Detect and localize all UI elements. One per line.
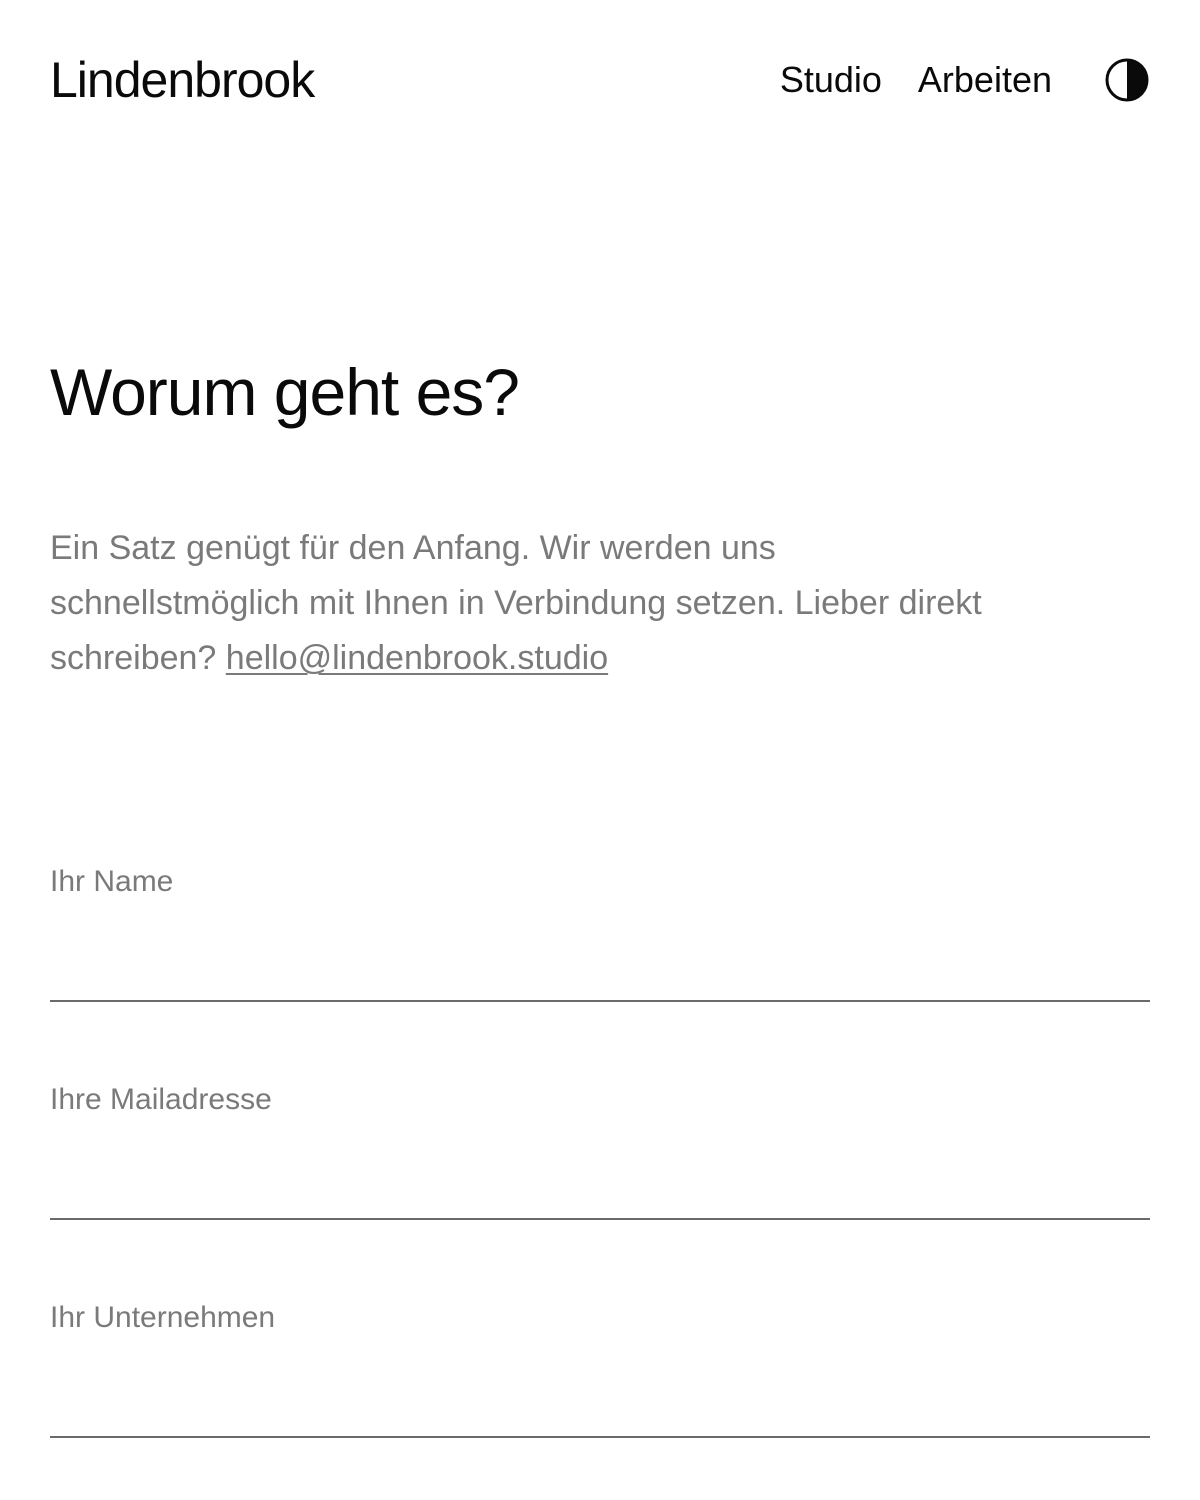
name-field-group: Ihr Name [50, 862, 1150, 1002]
nav-link-arbeiten[interactable]: Arbeiten [918, 50, 1052, 110]
name-field-label: Ihr Name [50, 865, 174, 898]
name-input[interactable] [50, 932, 1150, 1002]
company-field-group: Ihr Unternehmen [50, 1298, 1150, 1438]
half-circle-contrast-icon [1105, 58, 1149, 102]
email-field-label: Ihre Mailadresse [50, 1083, 272, 1116]
email-field-group: Ihre Mailadresse [50, 1080, 1150, 1220]
site-logo[interactable]: Lindenbrook [50, 50, 315, 110]
theme-toggle-button[interactable] [1104, 57, 1150, 103]
main-nav: Studio Arbeiten [744, 50, 1150, 110]
email-link[interactable]: hello@lindenbrook.studio [226, 639, 608, 677]
company-input[interactable] [50, 1368, 1150, 1438]
intro-paragraph: Ein Satz genügt für den Anfang. Wir werd… [50, 521, 1010, 686]
nav-link-studio[interactable]: Studio [780, 50, 882, 110]
email-input[interactable] [50, 1150, 1150, 1220]
company-field-label: Ihr Unternehmen [50, 1301, 276, 1334]
page-title: Worum geht es? [50, 355, 520, 429]
site-header: Lindenbrook Studio Arbeiten [50, 40, 1150, 120]
